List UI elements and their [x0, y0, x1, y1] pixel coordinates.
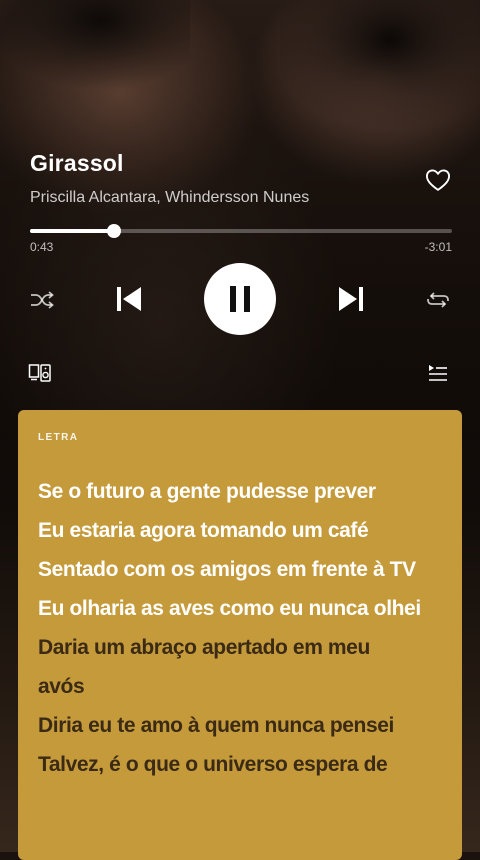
shuffle-icon[interactable] [28, 288, 56, 312]
progress-fill [30, 229, 115, 233]
repeat-icon[interactable] [424, 288, 452, 312]
lyric-line[interactable]: avós [38, 667, 453, 706]
queue-icon[interactable] [427, 362, 449, 384]
skip-next-icon[interactable] [334, 282, 368, 316]
lyrics-lines: Se o futuro a gente pudesse prever Eu est… [38, 472, 453, 784]
lyric-line[interactable]: Se o futuro a gente pudesse prever [38, 472, 453, 511]
lyric-line[interactable]: Eu olharia as aves como eu nunca olhei [38, 589, 453, 628]
track-title[interactable]: Girassol [30, 150, 124, 177]
lyric-line[interactable]: Daria um abraço apertado em meu [38, 628, 453, 667]
lyric-line[interactable]: Sentado com os amigos em frente à TV [38, 550, 453, 589]
lyric-line[interactable]: Talvez, é o que o universo espera de [38, 745, 453, 784]
pause-icon [230, 286, 250, 312]
pause-button[interactable] [204, 263, 276, 335]
devices-icon[interactable] [28, 362, 52, 384]
skip-previous-icon[interactable] [112, 282, 146, 316]
lyric-line[interactable]: Diria eu te amo à quem nunca pensei [38, 706, 453, 745]
remaining-time: -3:01 [424, 240, 452, 254]
progress-bar[interactable] [30, 224, 452, 238]
heart-icon[interactable] [424, 166, 452, 194]
elapsed-time: 0:43 [30, 240, 54, 254]
lyrics-card[interactable]: LETRA Se o futuro a gente pudesse prever… [18, 410, 462, 860]
track-artist[interactable]: Priscilla Alcantara, Whindersson Nunes [30, 189, 309, 207]
lyric-line[interactable]: Eu estaria agora tomando um café [38, 511, 453, 550]
lyrics-header: LETRA [38, 432, 79, 443]
